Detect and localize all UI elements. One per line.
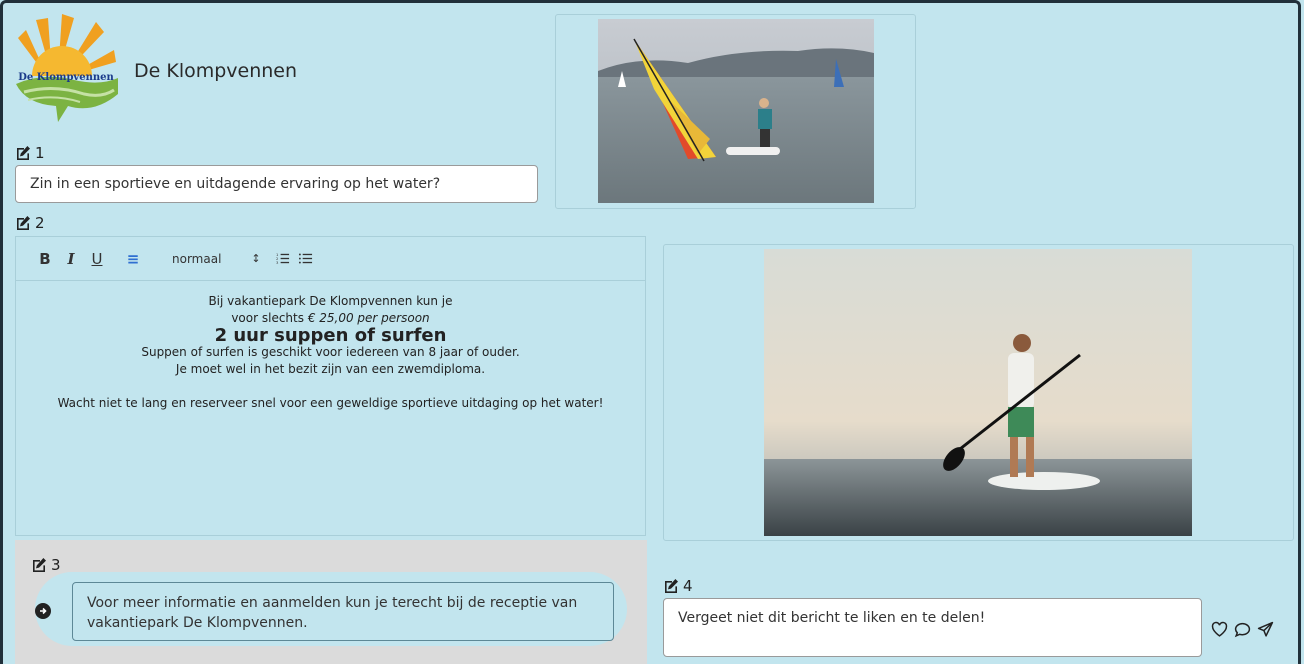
field3-label: 3 xyxy=(31,556,61,574)
edit-icon[interactable] xyxy=(15,145,31,161)
edit-icon[interactable] xyxy=(663,578,679,594)
heart-icon[interactable] xyxy=(1211,621,1228,638)
editor-line: Je moet wel in het bezit zijn van een zw… xyxy=(175,362,486,376)
bold-button[interactable]: B xyxy=(32,250,58,268)
editor-content[interactable]: Bij vakantiepark De Klompvennen kun je v… xyxy=(16,281,645,412)
editor-line: Suppen of surfen is geschikt voor iedere… xyxy=(141,345,520,359)
bullet-list-icon[interactable] xyxy=(298,251,313,266)
align-center-button[interactable]: ≡ xyxy=(120,250,146,268)
svg-text:3: 3 xyxy=(276,261,279,265)
editor-line: Wacht niet te lang en reserveer snel voo… xyxy=(57,396,604,410)
field4-input[interactable]: Vergeet niet dit bericht te liken en te … xyxy=(663,598,1202,657)
logo: De Klompvennen xyxy=(16,14,118,122)
italic-button[interactable]: I xyxy=(58,250,84,268)
editor-line: Bij vakantiepark De Klompvennen kun je xyxy=(208,294,453,308)
field4-label: 4 xyxy=(663,577,693,595)
font-size-select[interactable]: normaal ↕ xyxy=(172,252,261,266)
field1-label: 1 xyxy=(15,144,45,162)
editor-heading: 2 uur suppen of surfen xyxy=(214,325,447,346)
field1-input[interactable]: Zin in een sportieve en uitdagende ervar… xyxy=(15,165,538,203)
edit-icon[interactable] xyxy=(15,215,31,231)
field2-label: 2 xyxy=(15,214,45,232)
post-actions xyxy=(1211,621,1274,638)
send-icon[interactable] xyxy=(1257,621,1274,638)
edit-icon[interactable] xyxy=(31,557,47,573)
paddleboard-photo xyxy=(764,249,1192,536)
logo-text: De Klompvennen xyxy=(18,72,114,83)
site-name: De Klompvennen xyxy=(134,60,298,82)
select-arrow-icon: ↕ xyxy=(251,252,261,265)
windsurf-photo xyxy=(598,19,874,203)
price-text: € 25,00 per persoon xyxy=(307,311,430,325)
underline-button[interactable]: U xyxy=(84,250,110,268)
arrow-right-circle-icon[interactable] xyxy=(35,603,51,619)
comment-icon[interactable] xyxy=(1234,621,1251,638)
field3-input[interactable]: Voor meer informatie en aanmelden kun je… xyxy=(72,582,614,641)
rich-text-editor[interactable]: B I U ≡ normaal ↕ 123 Bij vakantiepark D… xyxy=(15,236,646,536)
ordered-list-icon[interactable]: 123 xyxy=(275,251,290,266)
editor-toolbar: B I U ≡ normaal ↕ 123 xyxy=(16,237,645,281)
font-size-value: normaal xyxy=(172,251,222,266)
